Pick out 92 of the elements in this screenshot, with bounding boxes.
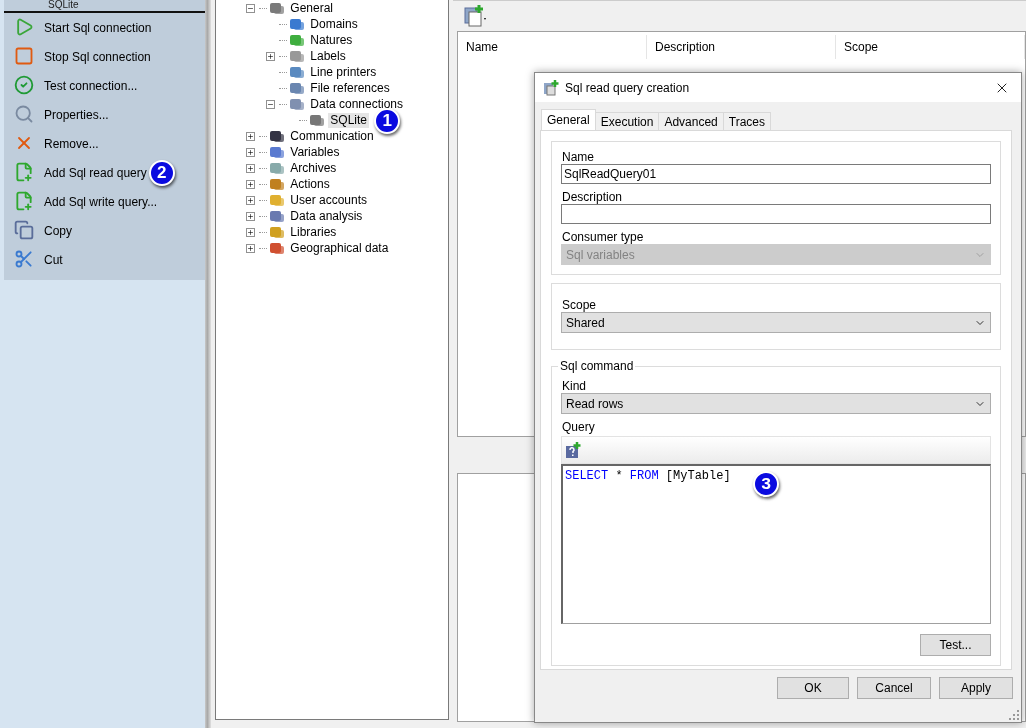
expand-toggle[interactable] bbox=[246, 227, 256, 237]
plus-icon bbox=[247, 196, 255, 204]
plus-icon bbox=[267, 52, 275, 60]
node-icon bbox=[269, 209, 286, 223]
field-label: Kind bbox=[562, 379, 588, 393]
check-icon bbox=[14, 74, 36, 97]
node-icon bbox=[269, 145, 286, 159]
plus-icon bbox=[247, 164, 255, 172]
copy-icon bbox=[14, 219, 36, 242]
tree-item[interactable]: Variables bbox=[288, 144, 342, 160]
menu-header: SQLite bbox=[4, 0, 205, 13]
node-icon bbox=[269, 193, 286, 207]
node-icon bbox=[269, 161, 286, 175]
node-icon bbox=[309, 113, 326, 127]
field-label: Scope bbox=[562, 298, 598, 312]
menu-item[interactable]: Test connection... bbox=[4, 71, 205, 100]
field-label: Name bbox=[562, 150, 595, 164]
tree-item[interactable]: Communication bbox=[288, 128, 376, 144]
dropdown[interactable]: Shared bbox=[561, 312, 991, 333]
add-document-icon[interactable] bbox=[463, 4, 487, 28]
tree-item[interactable]: Archives bbox=[288, 160, 339, 176]
plus-icon bbox=[247, 148, 255, 156]
test-button[interactable]: Test... bbox=[920, 634, 991, 656]
tree-item[interactable]: Actions bbox=[288, 176, 332, 192]
menu-item[interactable]: Properties... bbox=[4, 100, 205, 129]
field-label: Consumer type bbox=[562, 230, 645, 244]
resize-grip-icon[interactable] bbox=[1009, 710, 1019, 720]
column-header[interactable]: Description bbox=[647, 35, 836, 59]
menu-item[interactable]: Copy bbox=[4, 216, 205, 245]
plus-icon bbox=[247, 244, 255, 252]
code-line: SELECT * FROM [MyTable] bbox=[565, 469, 731, 483]
dialog-button[interactable]: OK bbox=[777, 677, 849, 699]
expand-toggle[interactable] bbox=[246, 131, 256, 141]
menu-item[interactable]: Stop Sql connection bbox=[4, 42, 205, 71]
tab[interactable]: Traces bbox=[722, 112, 771, 130]
description-field[interactable] bbox=[561, 204, 991, 224]
menu-item[interactable]: Add Sql write query... bbox=[4, 187, 205, 216]
dialog-button[interactable]: Apply bbox=[939, 677, 1013, 699]
node-icon bbox=[269, 129, 286, 143]
step-badge: 1 bbox=[374, 108, 401, 134]
node-icon bbox=[289, 33, 306, 47]
node-icon bbox=[269, 225, 286, 239]
group-title: Sql command bbox=[558, 359, 636, 373]
plus-icon bbox=[247, 228, 255, 236]
add-parameter-icon[interactable] bbox=[565, 441, 581, 459]
tree-item[interactable]: Geographical data bbox=[288, 240, 391, 256]
column-header[interactable]: Scope bbox=[836, 35, 1025, 59]
dropdown[interactable]: Read rows bbox=[561, 393, 991, 414]
tree-item[interactable]: User accounts bbox=[288, 192, 369, 208]
node-icon bbox=[289, 81, 306, 95]
expand-toggle[interactable] bbox=[246, 179, 256, 189]
tree-item[interactable]: Libraries bbox=[288, 224, 339, 240]
menu-item[interactable]: Cut bbox=[4, 245, 205, 274]
node-icon bbox=[289, 17, 306, 31]
tree-item[interactable]: File references bbox=[308, 80, 392, 96]
expand-toggle[interactable] bbox=[246, 195, 256, 205]
plus-icon bbox=[247, 132, 255, 140]
collapse-toggle[interactable] bbox=[266, 99, 276, 109]
expand-toggle[interactable] bbox=[246, 147, 256, 157]
plus-icon bbox=[247, 212, 255, 220]
add-document-icon bbox=[543, 79, 559, 96]
name-field[interactable]: SqlReadQuery01 bbox=[561, 164, 991, 184]
field-label: Query bbox=[562, 420, 596, 434]
menu-item[interactable]: Add Sql read query 2 bbox=[4, 158, 205, 187]
tree-item[interactable]: Data analysis bbox=[288, 208, 365, 224]
tree-item[interactable]: SQLite bbox=[328, 112, 369, 128]
node-icon bbox=[289, 97, 306, 111]
tree-item[interactable]: Domains bbox=[308, 16, 360, 32]
node-icon bbox=[269, 241, 286, 255]
menu-item[interactable]: Remove... bbox=[4, 129, 205, 158]
dialog-title: Sql read query creation bbox=[565, 80, 691, 95]
tree-item[interactable]: Labels bbox=[308, 48, 348, 64]
node-icon bbox=[289, 65, 306, 79]
query-editor[interactable]: SELECT * FROM [MyTable] 3 bbox=[561, 464, 991, 624]
plus-icon bbox=[247, 180, 255, 188]
column-header[interactable]: Name bbox=[458, 35, 647, 59]
expand-toggle[interactable] bbox=[246, 163, 256, 173]
tree-item[interactable]: Line printers bbox=[308, 64, 379, 80]
step-badge: 2 bbox=[148, 159, 175, 186]
expand-toggle[interactable] bbox=[246, 243, 256, 253]
node-icon bbox=[269, 177, 286, 191]
field-label: Description bbox=[562, 190, 624, 204]
step-badge: 3 bbox=[753, 471, 779, 497]
expand-toggle[interactable] bbox=[246, 211, 256, 221]
node-icon bbox=[289, 49, 306, 63]
collapse-toggle[interactable] bbox=[246, 3, 256, 13]
menu-item[interactable]: Start Sql connection bbox=[4, 13, 205, 42]
tab[interactable]: General bbox=[541, 109, 596, 130]
tree-item[interactable]: Natures bbox=[308, 32, 355, 48]
expand-toggle[interactable] bbox=[266, 51, 276, 61]
dialog-button[interactable]: Cancel bbox=[857, 677, 931, 699]
tree-item[interactable]: General bbox=[288, 0, 335, 16]
